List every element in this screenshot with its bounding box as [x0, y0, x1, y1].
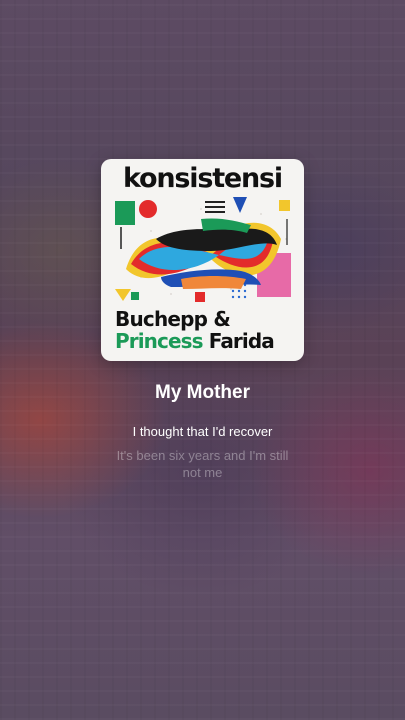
- cover-artist-princess: Princess: [115, 329, 204, 353]
- album-cover[interactable]: konsistensi Buchepp & Princess Farida: [101, 159, 304, 361]
- lyric-next-line[interactable]: It's been six years and I'm still not me: [110, 447, 295, 481]
- cover-artist-line2: Princess Farida: [115, 329, 275, 353]
- song-title: My Mother: [155, 382, 250, 403]
- cover-artist-line1: Buchepp &: [115, 307, 231, 331]
- lyric-current-line[interactable]: I thought that I'd recover: [0, 424, 405, 439]
- cover-artist-farida: Farida: [208, 329, 275, 353]
